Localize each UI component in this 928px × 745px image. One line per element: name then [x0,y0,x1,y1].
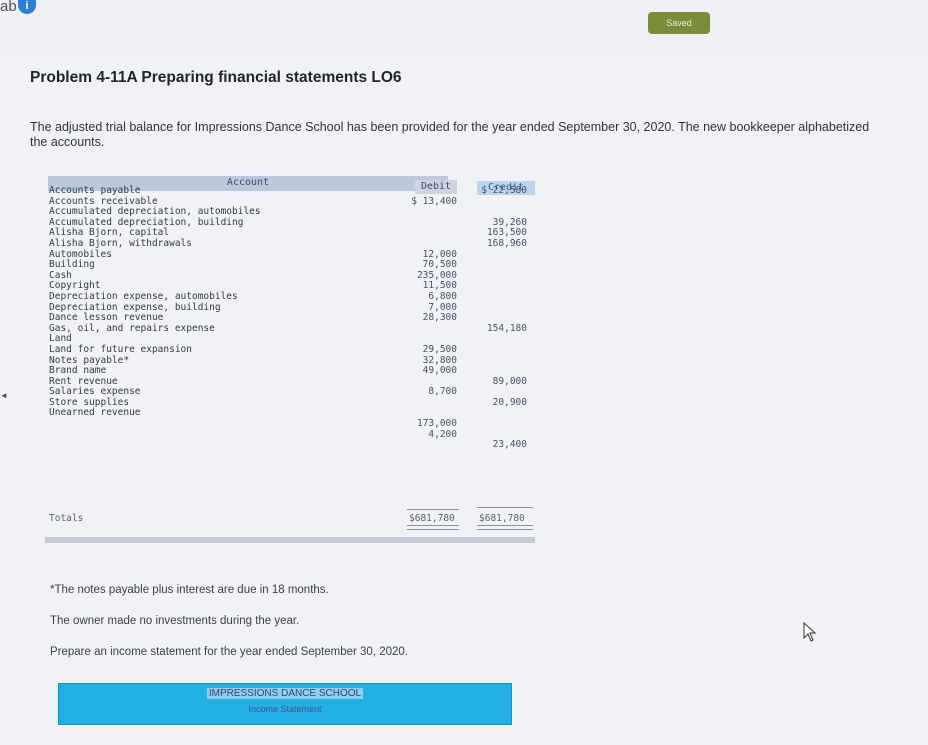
left-margin-mark: ◄ [0,391,8,400]
instruction-text: Prepare an income statement for the year… [50,646,408,658]
table-row: Automobiles 12,000 [45,249,535,261]
company-name: IMPRESSIONS DANCE SCHOOL [59,688,511,699]
top-bar: ab i Saved [0,0,928,55]
statement-name: Income Statement [248,704,322,714]
debit-value: 6,800 [428,290,457,302]
debit-value: 28,300 [422,312,457,324]
totals-credit: $681,780 [479,513,525,524]
debit-value: $ 13,400 [411,195,457,207]
info-icon[interactable]: i [18,0,36,14]
table-row: 4,200 [45,428,535,441]
trial-balance-table: Account Debit Credit Accounts payable $ 2… [45,175,535,543]
table-row: Accounts payable $ 22,580 [45,185,535,197]
table-row: Depreciation expense, automobiles 6,800 [45,290,535,303]
notes-footnote: *The notes payable plus interest are due… [50,584,329,596]
saved-status-button[interactable]: Saved [648,12,710,34]
totals-label: Totals [49,513,84,524]
table-row: 173,000 [45,418,535,430]
tab-fragment: ab [0,0,17,15]
debit-double-underline [407,525,459,530]
notes-no-investments: The owner made no investments during the… [50,615,300,627]
account-name: Alisha Bjorn, withdrawals [49,237,192,249]
income-statement-header: IMPRESSIONS DANCE SCHOOL Income Statemen… [58,683,512,725]
credit-underline [477,507,533,508]
debit-value: 8,700 [428,386,457,398]
debit-value: 4,200 [428,428,457,440]
table-row: 23,400 [45,440,535,451]
totals-row: Totals $681,780 $681,780 [45,513,535,525]
credit-value: 168,960 [486,237,527,249]
table-row: Cash 235,000 [45,270,535,282]
credit-value: 23,400 [492,439,527,451]
credit-value: $ 22,580 [481,185,527,196]
problem-intro: The adjusted trial balance for Impressio… [30,120,870,149]
table-bottom-border [45,537,535,543]
credit-double-underline [477,525,533,530]
table-row: Unearned revenue [45,408,535,419]
table-row: Notes payable* 32,800 [45,355,535,367]
debit-value: 49,000 [422,365,457,377]
account-name: Land for future expansion [49,343,192,355]
account-name: Depreciation expense, automobiles [49,290,238,302]
credit-value: 89,000 [492,375,527,387]
problem-title: Problem 4-11A Preparing financial statem… [30,69,402,86]
account-name: Accounts payable [49,185,141,196]
credit-value: 154,180 [486,322,527,334]
totals-debit: $681,780 [409,513,455,524]
table-row: Building 70,500 [45,260,535,271]
table-row: Alisha Bjorn, withdrawals 168,960 [45,237,535,250]
debit-value: 29,500 [422,343,457,355]
table-row: Brand name 49,000 [45,365,535,377]
account-name: Unearned revenue [49,407,141,419]
debit-underline [407,509,459,510]
table-row: Gas, oil, and repairs expense 154,180 [45,322,535,335]
table-row: Land for future expansion 29,500 [45,343,535,356]
account-name: Gas, oil, and repairs expense [49,322,215,334]
company-name-text: IMPRESSIONS DANCE SCHOOL [206,688,364,699]
credit-value: 20,900 [492,396,527,408]
mouse-cursor-icon [803,622,817,642]
trial-balance-rows: Accounts payable $ 22,580 Accounts receiva… [45,185,535,451]
